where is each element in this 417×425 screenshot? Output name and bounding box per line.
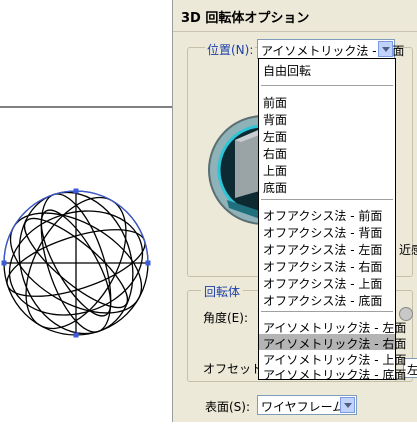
dropdown-item[interactable]: 左面 [259, 127, 395, 144]
dropdown-item[interactable]: アイソメトリック法 - 底面 [259, 365, 406, 382]
dialog-title: 3D 回転体オプション [181, 11, 310, 26]
artboard-canvas[interactable] [0, 0, 172, 422]
angle-label: 角度(E): [203, 311, 248, 325]
dropdown-item-selected[interactable]: アイソメトリック法 - 右面 [259, 334, 406, 351]
dropdown-item[interactable]: 自由回転 [259, 61, 395, 78]
path-anchor [145, 260, 151, 266]
dropdown-item[interactable]: 背面 [259, 110, 395, 127]
dropdown-item[interactable]: アイソメトリック法 - 左面 [259, 318, 406, 335]
dropdown-separator [261, 199, 393, 200]
dropdown-item[interactable]: 底面 [259, 178, 395, 195]
position-label: 位置(N): [205, 41, 256, 58]
path-anchor [73, 332, 79, 338]
dropdown-item[interactable]: オフアクシス法 - 右面 [259, 257, 395, 274]
surface-label: 表面(S): [205, 400, 251, 414]
revolve-legend: 回転体 [201, 283, 244, 300]
dropdown-item[interactable]: オフアクシス法 - 底面 [259, 291, 395, 308]
perspective-label-fragment: 近感 [399, 243, 417, 257]
dropdown-item[interactable]: オフアクシス法 - 左面 [259, 240, 395, 257]
dropdown-item[interactable]: 右面 [259, 144, 395, 161]
chevron-down-icon[interactable] [378, 41, 393, 57]
offset-direction-value: 左 [407, 363, 417, 377]
dropdown-item[interactable]: アイソメトリック法 - 上面 [259, 350, 406, 367]
dropdown-separator [261, 85, 393, 86]
dropdown-separator [261, 311, 393, 312]
path-anchor [1, 260, 7, 266]
dropdown-item[interactable]: オフアクシス法 - 前面 [259, 206, 395, 223]
chevron-down-icon[interactable] [340, 397, 355, 413]
dialog-titlebar[interactable]: 3D 回転体オプション [173, 0, 417, 32]
dropdown-item[interactable]: 前面 [259, 93, 395, 110]
dropdown-item[interactable]: オフアクシス法 - 上面 [259, 274, 395, 291]
surface-select[interactable]: ワイヤフレーム [257, 395, 357, 415]
wireframe-sphere-artwork[interactable] [0, 0, 172, 422]
path-anchor [73, 188, 79, 194]
dropdown-item[interactable]: 上面 [259, 161, 395, 178]
position-dropdown-list[interactable]: 自由回転 前面 背面 左面 右面 上面 底面 オフアクシス法 - 前面 オフアク… [258, 58, 406, 382]
surface-select-value: ワイヤフレーム [261, 400, 345, 414]
position-select[interactable]: アイソメトリック法 - 右面 [257, 39, 404, 59]
dropdown-item[interactable]: オフアクシス法 - 背面 [259, 223, 395, 240]
